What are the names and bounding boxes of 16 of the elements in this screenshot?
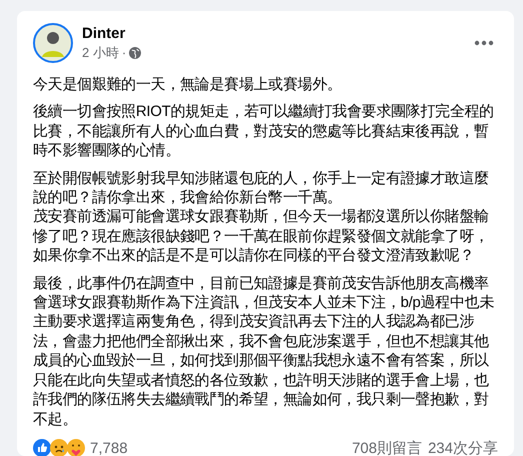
comment-count[interactable]: 708則留言 <box>352 438 422 456</box>
separator: · <box>122 45 126 60</box>
avatar[interactable] <box>33 23 73 63</box>
reaction-count[interactable]: 7,788 <box>90 440 128 456</box>
sad-face-icon <box>50 439 68 456</box>
hug-face-icon <box>67 439 85 456</box>
post-text: 後續一切會按照RIOT的規矩走，若可以繼續打我會要求團隊打完全程的比賽，不能讓所有人的心血白費，對茂安的懲處等比賽結束後再說，暫時不影響團隊的心情。 <box>33 102 495 161</box>
post-time[interactable]: 2 小時 <box>82 44 119 62</box>
globe-icon <box>129 46 142 58</box>
post-text: 最後，此事件仍在調查中，目前已知證據是賽前茂安告訴他朋友高機率會選球女跟賽勒斯作為下注資訊，但茂安本人並未下注，b/p過程中也未主動要求選擇這兩隻角色，得到茂安資訊再去下注的人我認為都已涉法，會盡力把他們全部揪出來，我不會包庇涉案選手，但也不想讓其他成員的心血毀於一旦，如何找到那個平衡點我想永遠不會有答案，所以只能在此向失望或者憤怒的各位致歉，也許明天涉賭的選手會上場，也許我們的隊伍將失去繼續戰鬥的希望，無論如何，我只剩一聲抱歉，對不起。 <box>33 274 495 429</box>
more-options-icon[interactable] <box>474 40 494 46</box>
author-name[interactable]: Dinter <box>82 24 465 42</box>
post-text: 茂安賽前透漏可能會選球女跟賽勒斯，但今天一場都沒選所以你賭盤輸慘了吧？現在應該很缺錢吧？一千萬在眼前你趕緊發個文就能拿了呀，如果你拿不出來的話是不是可以請你在同樣的平台發文澄清致歉呢？ <box>33 207 490 266</box>
post-text: 今天是個艱難的一天，無論是賽場上或賽場外。 <box>33 75 343 94</box>
share-count[interactable]: 234次分享 <box>428 438 498 456</box>
post-text: 至於開假帳號影射我早知涉賭還包庇的人，你手上一定有證據才敢這麼說的吧？請你拿出來，我會給你新台幣一千萬。 <box>33 168 490 208</box>
